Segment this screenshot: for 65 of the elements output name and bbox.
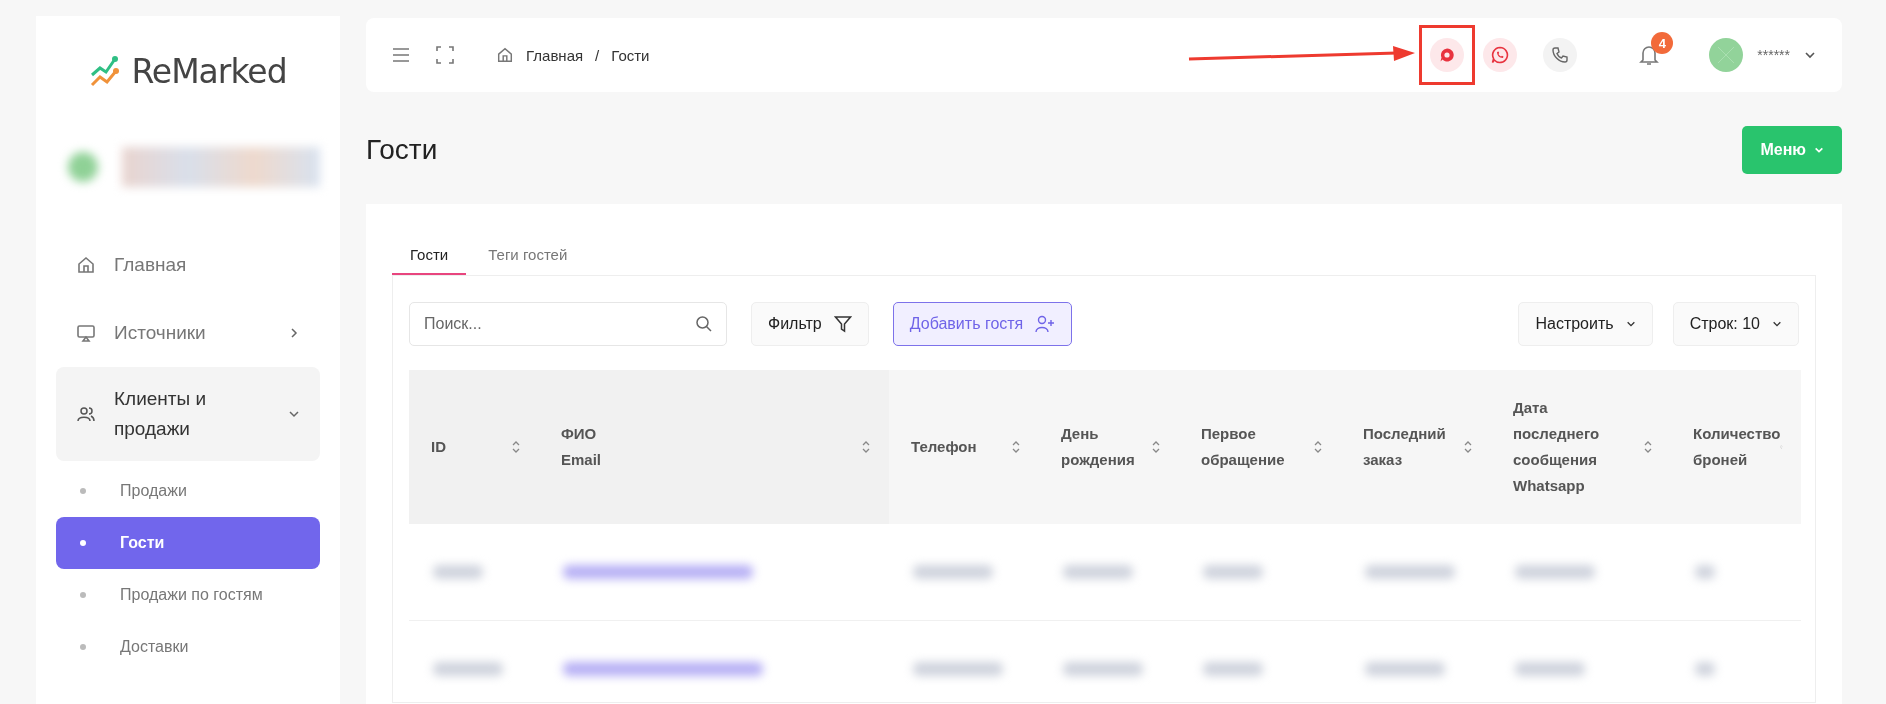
blurred-cell — [1695, 565, 1715, 579]
filter-button[interactable]: Фильтр — [751, 302, 869, 346]
notification-badge: 4 — [1651, 32, 1674, 54]
column-header[interactable]: ID — [409, 370, 539, 524]
blurred-cell — [433, 565, 483, 579]
sort-icon — [511, 440, 521, 454]
blurred-cell — [1063, 565, 1133, 579]
chevron-down-icon — [1625, 319, 1636, 329]
sort-icon — [1151, 440, 1161, 454]
sidebar-subitem[interactable]: Продажи — [56, 465, 320, 517]
avatar-icon — [1709, 38, 1744, 72]
notification-bell-icon[interactable] — [1639, 44, 1660, 66]
chat-button[interactable] — [1430, 38, 1465, 72]
phone-icon — [1551, 46, 1570, 64]
blurred-cell — [1203, 662, 1263, 676]
logo-text: ReMarked — [131, 52, 287, 91]
search-field[interactable]: Поиск... — [409, 302, 727, 346]
filter-icon — [833, 315, 852, 333]
phone-button[interactable] — [1543, 38, 1578, 72]
column-header[interactable]: ФИО Email — [539, 370, 889, 524]
blurred-cell — [1515, 662, 1585, 676]
chat-bubble-icon — [1439, 47, 1456, 63]
blurred-cell — [1203, 565, 1263, 579]
breadcrumb-separator: / — [595, 46, 600, 64]
tab[interactable]: Теги гостей — [470, 236, 586, 275]
fullscreen-icon[interactable] — [436, 46, 454, 64]
column-header[interactable]: Количество броней — [1671, 370, 1801, 524]
home-icon[interactable] — [496, 46, 514, 64]
search-icon — [695, 315, 713, 333]
column-header[interactable]: Телефон — [889, 370, 1039, 524]
monitor-icon — [76, 323, 96, 343]
sidebar-item[interactable]: Источники — [56, 299, 320, 367]
sort-icon — [1643, 440, 1653, 454]
sidebar-subitem[interactable]: Продажи по гостям — [56, 569, 320, 621]
chevron-down-icon — [1772, 319, 1782, 329]
chevron-down-icon — [1804, 49, 1816, 61]
breadcrumb-link[interactable]: Гости — [611, 46, 650, 64]
rows-per-page-select[interactable]: Строк: 10 — [1672, 302, 1799, 346]
whatsapp-button[interactable] — [1483, 38, 1518, 72]
chevron-down-icon — [1814, 145, 1824, 155]
sidebar-item[interactable]: Главная — [56, 231, 320, 299]
home-icon — [76, 255, 96, 275]
sidebar-subitem[interactable]: Доставки — [56, 621, 320, 673]
blurred-cell — [433, 662, 503, 676]
menu-icon[interactable] — [392, 48, 410, 62]
breadcrumb-link[interactable]: Главная — [526, 46, 584, 64]
users-icon — [76, 404, 96, 424]
column-header[interactable]: Первое обращение — [1179, 370, 1341, 524]
page-title: Гости — [366, 134, 438, 166]
sort-icon — [1463, 440, 1473, 454]
sort-icon — [1011, 440, 1021, 454]
user-menu[interactable]: ****** — [1709, 38, 1816, 72]
whatsapp-icon — [1491, 46, 1510, 64]
sort-icon — [861, 440, 871, 454]
column-header[interactable]: Последний заказ — [1341, 370, 1491, 524]
blurred-cell — [1695, 662, 1715, 676]
configure-button[interactable]: Настроить — [1518, 302, 1653, 346]
add-user-icon — [1035, 315, 1056, 333]
sidebar-subitem[interactable]: Гости — [56, 517, 320, 569]
add-guest-button[interactable]: Добавить гостя — [892, 302, 1073, 346]
column-header[interactable]: Дата последнего сообщения Whatsapp — [1491, 370, 1671, 524]
column-header[interactable]: День рождения — [1039, 370, 1179, 524]
sort-icon — [1313, 440, 1323, 454]
tab[interactable]: Гости — [392, 236, 467, 275]
sidebar-item[interactable]: Клиенты и продажи — [56, 367, 320, 461]
